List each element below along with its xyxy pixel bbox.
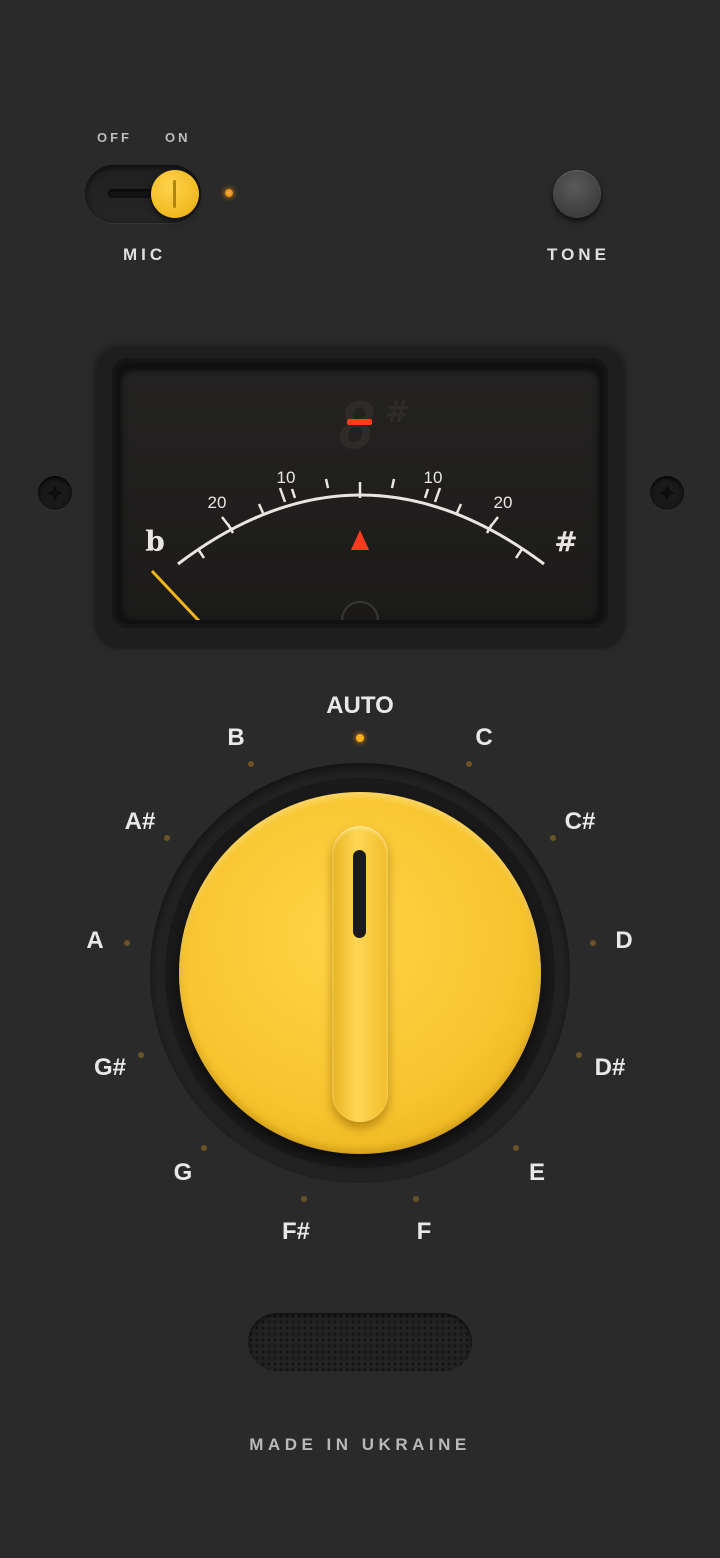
mic-on-label: ON xyxy=(165,130,191,145)
dial-dot-d xyxy=(590,940,596,946)
needle-pivot xyxy=(341,601,379,620)
note-digit: 8 xyxy=(338,390,377,464)
dial-label-g-sharp[interactable]: G# xyxy=(80,1054,140,1082)
note-accidental: # xyxy=(385,395,410,430)
dial-label-f[interactable]: F xyxy=(394,1218,454,1246)
dial-dot-a-sharp xyxy=(164,835,170,841)
dial-dot-e xyxy=(513,1145,519,1151)
dial-label-g[interactable]: G xyxy=(153,1159,213,1187)
mic-led-indicator xyxy=(225,189,233,197)
mic-label: MIC xyxy=(123,245,167,264)
dial-dot-g-sharp xyxy=(138,1052,144,1058)
footer-text: MADE IN UKRAINE xyxy=(249,1435,471,1454)
dial-label-auto[interactable]: AUTO xyxy=(310,692,410,720)
dial-dot-g xyxy=(201,1145,207,1151)
dial-dot-c-sharp xyxy=(550,835,556,841)
dial-dot-d-sharp xyxy=(576,1052,582,1058)
mic-off-label: OFF xyxy=(97,130,132,145)
dial-label-a-sharp[interactable]: A# xyxy=(110,808,170,836)
dial-dot-b xyxy=(248,761,254,767)
left-screw-icon xyxy=(38,476,72,510)
sharp-symbol: # xyxy=(554,525,577,558)
dial-label-d-sharp[interactable]: D# xyxy=(580,1054,640,1082)
mic-switch-knob[interactable] xyxy=(151,170,199,218)
speaker-grille xyxy=(248,1313,472,1371)
tuner-meter-display: 8 # 20 10 10 20 b # xyxy=(120,366,600,620)
tone-label: TONE xyxy=(547,245,610,264)
meter-needle xyxy=(150,569,201,620)
scale-label-right-10: 10 xyxy=(424,468,443,487)
dial-dot-auto xyxy=(356,734,364,742)
in-tune-marker-icon xyxy=(351,530,369,550)
right-screw-icon xyxy=(650,476,684,510)
dial-label-c[interactable]: C xyxy=(454,724,514,752)
note-segment-lit xyxy=(347,419,372,425)
dial-dot-f xyxy=(413,1196,419,1202)
dial-label-b[interactable]: B xyxy=(206,724,266,752)
dial-dot-a xyxy=(124,940,130,946)
dial-dot-c xyxy=(466,761,472,767)
dial-label-a[interactable]: A xyxy=(65,927,125,955)
flat-symbol: b xyxy=(145,525,165,558)
dial-dot-f-sharp xyxy=(301,1196,307,1202)
dial-label-d[interactable]: D xyxy=(594,927,654,955)
dial-label-c-sharp[interactable]: C# xyxy=(550,808,610,836)
tone-button[interactable] xyxy=(553,170,601,218)
knob-pointer xyxy=(353,850,366,938)
scale-label-left-20: 20 xyxy=(208,493,227,512)
dial-label-e[interactable]: E xyxy=(507,1159,567,1187)
scale-label-left-10: 10 xyxy=(277,468,296,487)
dial-label-f-sharp[interactable]: F# xyxy=(266,1218,326,1246)
scale-label-right-20: 20 xyxy=(494,493,513,512)
